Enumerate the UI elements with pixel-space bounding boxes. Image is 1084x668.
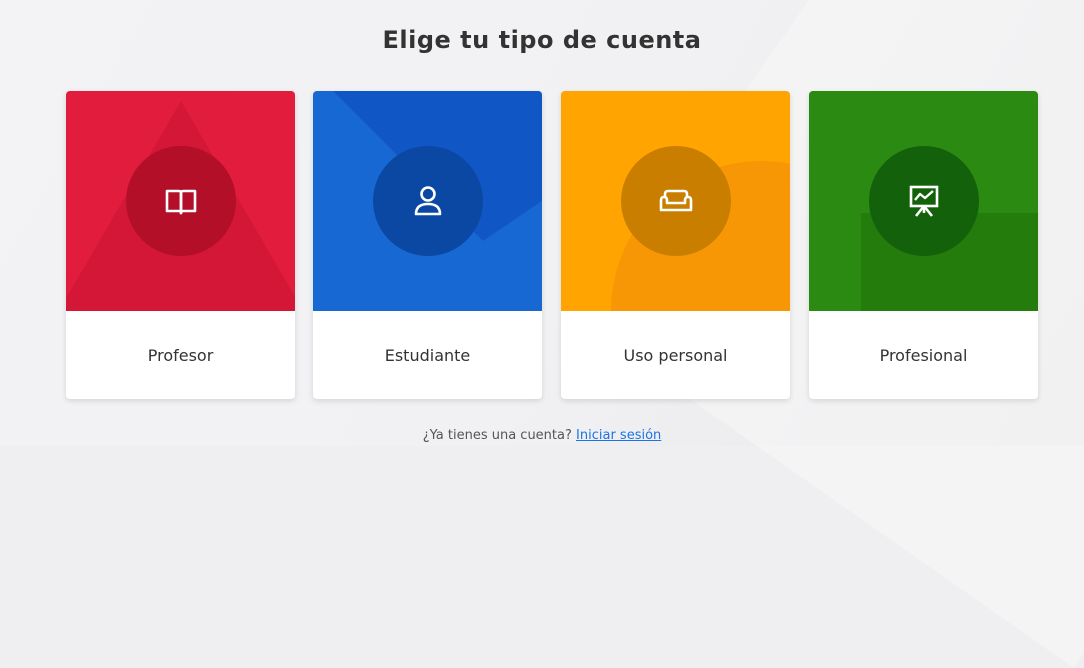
account-card-profesional[interactable]: Profesional xyxy=(809,91,1038,399)
card-header xyxy=(313,91,542,311)
card-label-estudiante: Estudiante xyxy=(384,345,471,365)
book-icon xyxy=(165,189,197,215)
card-header xyxy=(561,91,790,311)
login-link[interactable]: Iniciar sesión xyxy=(576,428,661,443)
book-icon-circle xyxy=(126,146,236,256)
card-header xyxy=(66,91,295,311)
account-card-estudiante[interactable]: Estudiante xyxy=(313,91,542,399)
card-label-profesor: Profesor xyxy=(147,345,214,365)
login-prompt-text: ¿Ya tienes una cuenta? xyxy=(422,428,572,443)
account-type-cards: Profesor Estudiante Uso personal Profesi… xyxy=(66,91,1038,399)
card-header xyxy=(809,91,1038,311)
person-icon xyxy=(414,186,442,216)
presentation-board-icon xyxy=(909,185,939,217)
person-icon-circle xyxy=(373,146,483,256)
page-title: Elige tu tipo de cuenta xyxy=(382,26,702,54)
account-card-profesor[interactable]: Profesor xyxy=(66,91,295,399)
card-label-profesional: Profesional xyxy=(879,345,968,365)
sofa-icon xyxy=(659,189,693,212)
account-card-uso-personal[interactable]: Uso personal xyxy=(561,91,790,399)
card-label-uso-personal: Uso personal xyxy=(623,345,728,365)
login-prompt: ¿Ya tienes una cuenta? Iniciar sesión xyxy=(0,428,1084,443)
sofa-icon-circle xyxy=(621,146,731,256)
presentation-board-icon-circle xyxy=(869,146,979,256)
